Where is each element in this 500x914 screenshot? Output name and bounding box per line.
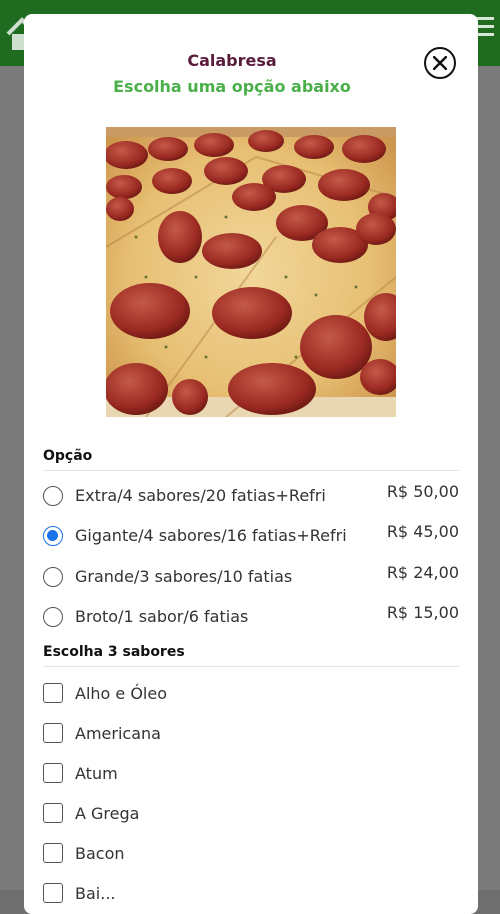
option-radio[interactable]: [43, 526, 63, 546]
flavor-label: Bai...: [75, 884, 116, 903]
flavor-checkbox[interactable]: [43, 883, 63, 903]
option-label: Gigante/4 sabores/16 fatias+Refri: [75, 526, 347, 545]
flavor-row[interactable]: Bai...: [43, 883, 459, 914]
flavor-checkbox[interactable]: [43, 723, 63, 743]
option-row[interactable]: Broto/1 sabor/6 fatias R$ 15,00: [43, 603, 459, 647]
option-row[interactable]: Gigante/4 sabores/16 fatias+Refri R$ 45,…: [43, 522, 459, 566]
flavor-row[interactable]: Americana: [43, 723, 459, 761]
option-price: R$ 50,00: [386, 482, 459, 501]
option-radio[interactable]: [43, 607, 63, 627]
flavor-row[interactable]: Bacon: [43, 843, 459, 881]
flavor-label: Atum: [75, 764, 118, 783]
product-options-modal: Calabresa Escolha uma opção abaixo Opção…: [24, 14, 478, 914]
flavor-row[interactable]: Atum: [43, 763, 459, 801]
flavor-checkbox[interactable]: [43, 803, 63, 823]
flavor-label: Alho e Óleo: [75, 684, 168, 703]
options-section-header: Opção: [43, 448, 459, 471]
flavor-checkbox[interactable]: [43, 763, 63, 783]
flavor-label: Bacon: [75, 844, 125, 863]
option-row[interactable]: Grande/3 sabores/10 fatias R$ 24,00: [43, 563, 459, 607]
option-price: R$ 45,00: [386, 522, 459, 541]
flavors-section-header: Escolha 3 sabores: [43, 644, 459, 667]
option-label: Broto/1 sabor/6 fatias: [75, 607, 249, 626]
option-label: Extra/4 sabores/20 fatias+Refri: [75, 486, 326, 505]
option-radio[interactable]: [43, 567, 63, 587]
close-icon: [433, 56, 447, 70]
flavor-label: Americana: [75, 724, 161, 743]
option-label: Grande/3 sabores/10 fatias: [75, 567, 293, 586]
flavor-label: A Grega: [75, 804, 140, 823]
close-button[interactable]: [424, 47, 456, 79]
option-price: R$ 24,00: [386, 563, 459, 582]
flavor-checkbox[interactable]: [43, 843, 63, 863]
flavor-row[interactable]: Alho e Óleo: [43, 683, 459, 721]
option-price: R$ 15,00: [386, 603, 459, 622]
option-radio[interactable]: [43, 486, 63, 506]
pizza-photo: [106, 127, 396, 417]
flavor-row[interactable]: A Grega: [43, 803, 459, 841]
option-row[interactable]: Extra/4 sabores/20 fatias+Refri R$ 50,00: [43, 482, 459, 526]
product-title: Calabresa: [187, 51, 277, 70]
flavor-checkbox[interactable]: [43, 683, 63, 703]
product-subtitle: Escolha uma opção abaixo: [113, 77, 351, 96]
